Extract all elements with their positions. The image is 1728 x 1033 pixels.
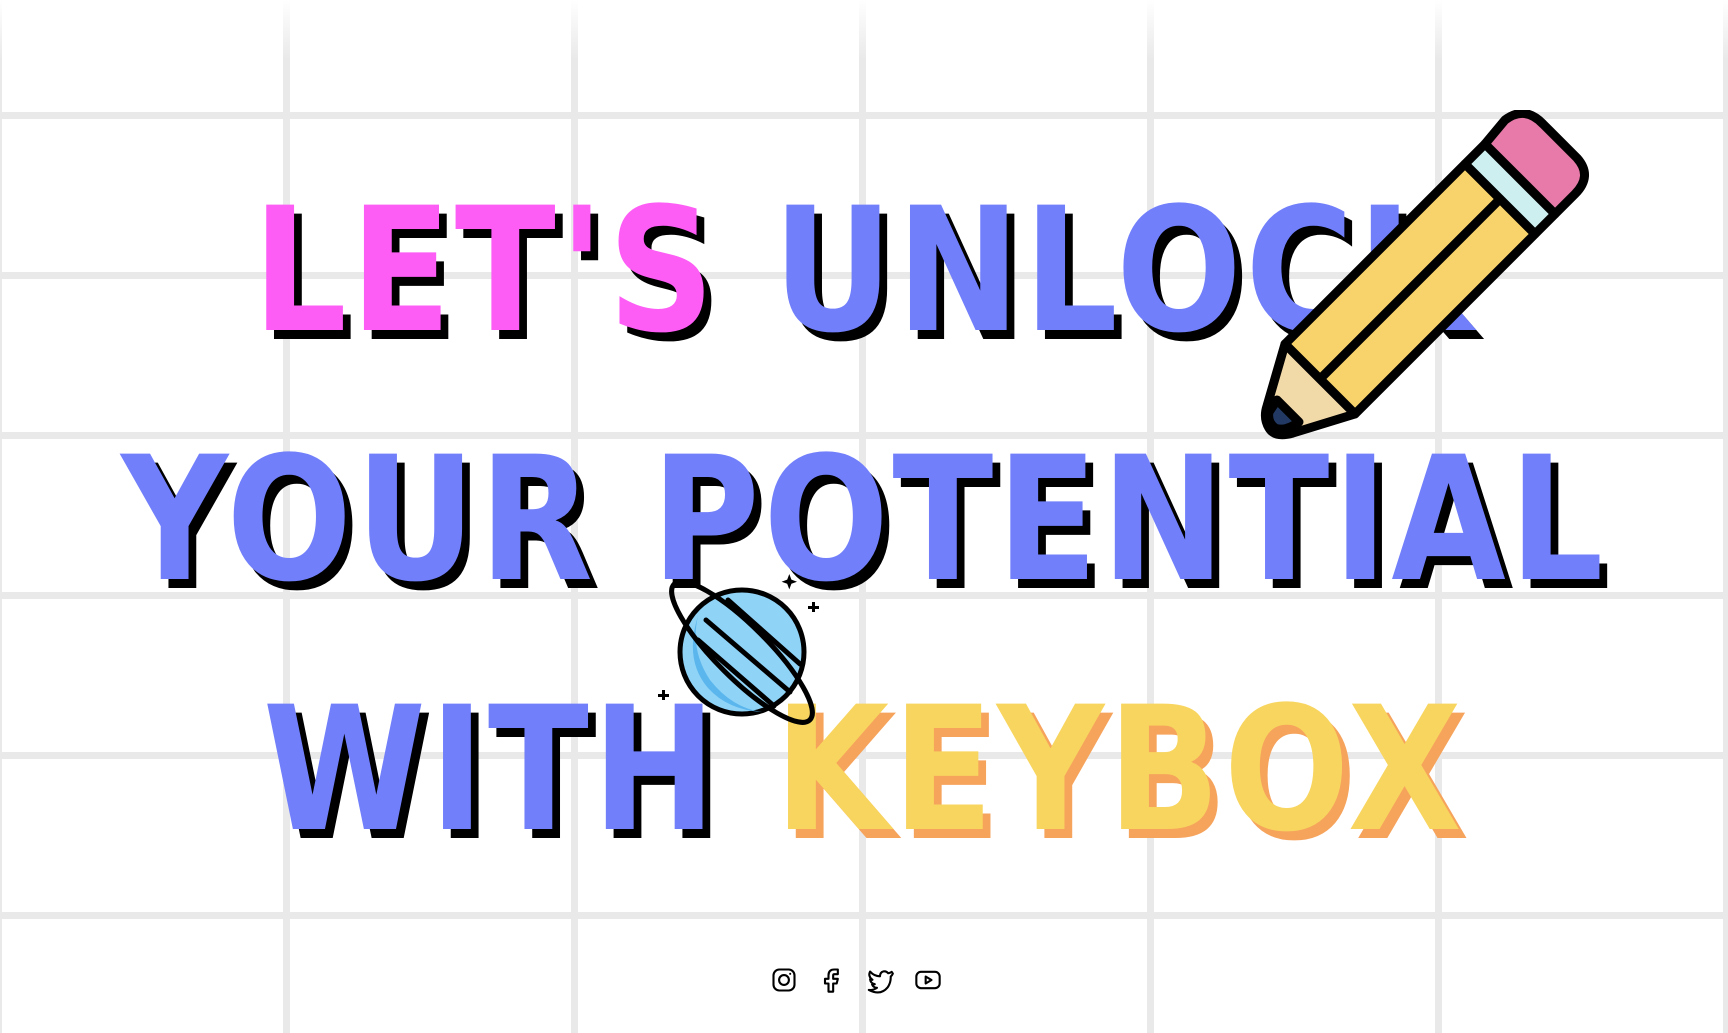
social-links [770,966,942,998]
headline-word-lets: LET'S [252,170,718,371]
twitter-icon[interactable] [866,966,894,994]
headline-line-2: YOUR POTENTIAL [121,434,1607,606]
facebook-icon[interactable] [818,966,846,994]
headline-word-your: YOUR [121,419,597,620]
headline-word-keybox: KEYBOX [774,669,1466,870]
instagram-icon[interactable] [770,966,798,994]
planet-icon [650,560,830,740]
youtube-icon[interactable] [914,966,942,994]
pencil-icon [1255,109,1595,440]
headline-line-3: WITH KEYBOX [121,684,1607,856]
